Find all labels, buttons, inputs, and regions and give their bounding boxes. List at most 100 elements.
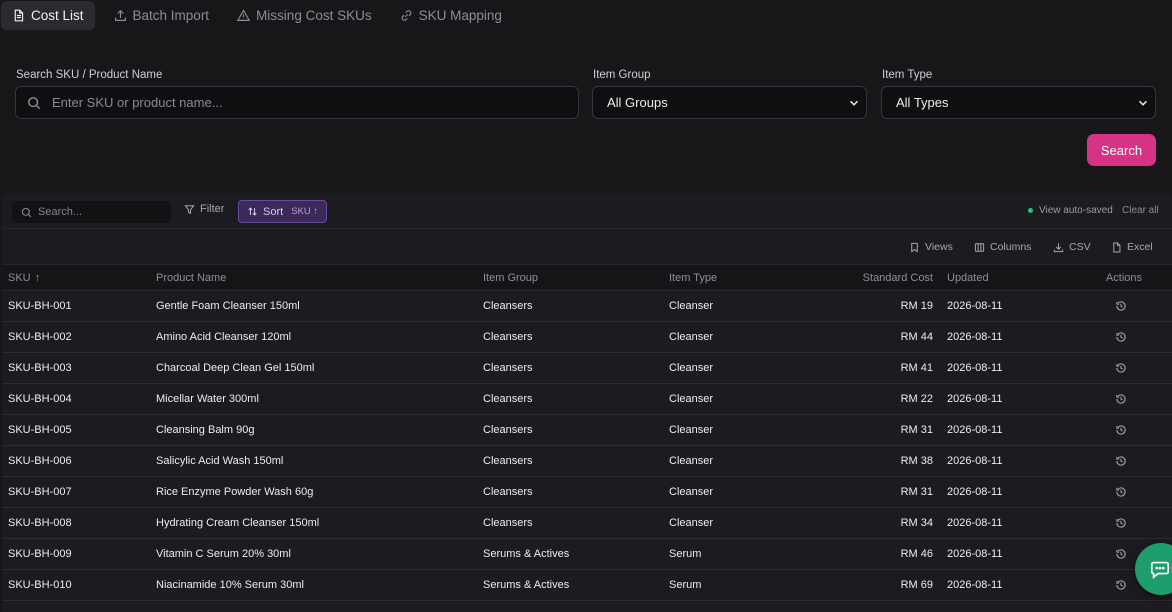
standard-cost-cell: RM 46 [900, 548, 933, 560]
item-group-cell: Cleansers [483, 362, 533, 374]
updated-cell: 2026-08-11 [947, 424, 1003, 436]
column-header-standard-cost[interactable]: Standard Cost [822, 265, 933, 290]
item-type-cell: Cleanser [669, 300, 714, 312]
column-header-product-name[interactable]: Product Name [156, 265, 226, 290]
sku-cell: SKU-BH-008 [8, 517, 72, 529]
sort-ascending-icon: ↑ [34, 271, 41, 284]
table-row[interactable]: SKU-BH-006 Salicylic Acid Wash 150ml Clean… [2, 446, 1172, 477]
item-group-value: All Groups [607, 95, 668, 110]
search-label: Search SKU / Product Name [16, 69, 163, 81]
tab-label: Missing Cost SKUs [256, 8, 372, 23]
item-type-cell: Serum [669, 548, 702, 560]
history-icon[interactable] [1115, 331, 1127, 343]
table-row[interactable]: SKU-BH-003 Charcoal Deep Clean Gel 150ml C… [2, 353, 1172, 384]
product-name-cell: Charcoal Deep Clean Gel 150ml [156, 362, 315, 374]
chevron-down-icon [1138, 100, 1148, 106]
table-row[interactable]: SKU-BH-007 Rice Enzyme Powder Wash 60g Cle… [2, 477, 1172, 508]
view-history-button[interactable] [1100, 508, 1142, 538]
status-dot [1028, 208, 1033, 213]
search-icon [21, 207, 32, 217]
search-button[interactable]: Search [1087, 134, 1156, 166]
item-group-cell: Serums & Actives [483, 548, 570, 560]
tab-cost-list[interactable]: Cost List [1, 1, 95, 30]
tab-bar: Cost List Batch Import Missing Cost SKUs… [0, 0, 513, 31]
table-toolbar: Search... Filter Sort SKU ↑ View auto-sa… [2, 193, 1172, 229]
updated-cell: 2026-08-11 [947, 300, 1003, 312]
table-row[interactable]: SKU-BH-008 Hydrating Cream Cleanser 150ml… [2, 508, 1172, 539]
view-history-button[interactable] [1100, 477, 1142, 507]
tab-sku-mapping[interactable]: SKU Mapping [389, 1, 513, 30]
product-name-cell: Niacinamide 10% Serum 30ml [156, 579, 304, 591]
tab-batch-import[interactable]: Batch Import [103, 1, 221, 30]
views-button[interactable]: Views [909, 241, 953, 253]
item-type-cell: Cleanser [669, 362, 714, 374]
clear-all-button[interactable]: Clear all [1122, 205, 1159, 216]
table-row[interactable]: SKU-BH-010 Niacinamide 10% Serum 30ml Seru… [2, 570, 1172, 601]
excel-export-button[interactable]: Excel [1111, 241, 1153, 253]
file-icon [1113, 242, 1121, 252]
columns-button[interactable]: Columns [974, 241, 1031, 253]
updated-cell: 2026-08-11 [947, 548, 1003, 560]
tab-missing-cost-skus[interactable]: Missing Cost SKUs [226, 1, 383, 30]
view-history-button[interactable] [1100, 291, 1142, 321]
history-icon[interactable] [1115, 300, 1127, 312]
column-header-updated[interactable]: Updated [947, 265, 989, 290]
view-history-button[interactable] [1100, 384, 1142, 414]
product-name-cell: Vitamin C Serum 20% 30ml [156, 548, 291, 560]
chevron-down-icon [849, 100, 859, 106]
updated-cell: 2026-08-11 [947, 331, 1003, 343]
history-icon[interactable] [1115, 455, 1127, 467]
view-history-button[interactable] [1100, 353, 1142, 383]
history-icon[interactable] [1115, 579, 1127, 591]
history-icon[interactable] [1115, 362, 1127, 374]
autosave-text: View auto-saved [1039, 205, 1113, 216]
view-history-button[interactable] [1100, 322, 1142, 352]
item-type-select[interactable]: All Types [881, 86, 1156, 119]
product-name-cell: Gentle Foam Cleanser 150ml [156, 300, 300, 312]
item-type-cell: Cleanser [669, 331, 714, 343]
search-input[interactable]: Enter SKU or product name... [15, 86, 579, 119]
column-header-item-type[interactable]: Item Type [669, 265, 717, 290]
item-group-cell: Serums & Actives [483, 579, 570, 591]
warning-icon [237, 9, 251, 21]
tab-label: Batch Import [132, 8, 210, 23]
sort-label: Sort [263, 205, 284, 218]
view-history-button[interactable] [1100, 446, 1142, 476]
sort-field-badge: SKU ↑ [291, 206, 319, 217]
table-row[interactable]: SKU-BH-002 Amino Acid Cleanser 120ml Clean… [2, 322, 1172, 353]
item-group-select[interactable]: All Groups [592, 86, 867, 119]
updated-cell: 2026-08-11 [947, 455, 1003, 467]
sort-button[interactable]: Sort SKU ↑ [238, 200, 328, 223]
table-row[interactable]: SKU-BH-001 Gentle Foam Cleanser 150ml Clea… [2, 291, 1172, 322]
table-row[interactable]: SKU-BH-009 Vitamin C Serum 20% 30ml Serums… [2, 539, 1172, 570]
item-type-label: Item Type [882, 69, 933, 81]
table-row[interactable]: SKU-BH-005 Cleansing Balm 90g Cleansers Cle… [2, 415, 1172, 446]
csv-export-button[interactable]: CSV [1053, 241, 1091, 253]
bookmark-icon [911, 242, 918, 253]
filter-button[interactable]: Filter [184, 203, 224, 215]
column-header-item-group[interactable]: Item Group [483, 265, 538, 290]
item-group-cell: Cleansers [483, 300, 533, 312]
table-row[interactable]: SKU-BH-004 Micellar Water 300ml Cleansers C… [2, 384, 1172, 415]
history-icon[interactable] [1115, 548, 1127, 560]
product-name-cell: Salicylic Acid Wash 150ml [156, 455, 284, 467]
table-actions-bar: Views Columns CSV Excel [2, 230, 1172, 264]
chat-icon [1150, 561, 1170, 579]
column-header-sku[interactable]: SKU ↑ [8, 265, 40, 290]
table-search-placeholder: Search... [38, 206, 83, 218]
history-icon[interactable] [1115, 517, 1127, 529]
standard-cost-cell: RM 22 [900, 393, 933, 405]
product-name-cell: Rice Enzyme Powder Wash 60g [156, 486, 314, 498]
history-icon[interactable] [1115, 424, 1127, 436]
table-search-input[interactable]: Search... [12, 201, 171, 223]
table-header: SKU ↑ Product Name Item Group Item Type … [2, 264, 1172, 291]
sku-cell: SKU-BH-007 [8, 486, 72, 498]
history-icon[interactable] [1115, 393, 1127, 405]
sku-cell: SKU-BH-009 [8, 548, 72, 560]
standard-cost-cell: RM 69 [900, 579, 933, 591]
upload-icon [114, 9, 126, 21]
history-icon[interactable] [1115, 486, 1127, 498]
filter-icon [184, 204, 195, 214]
autosave-status: View auto-saved [1028, 205, 1113, 216]
view-history-button[interactable] [1100, 415, 1142, 445]
